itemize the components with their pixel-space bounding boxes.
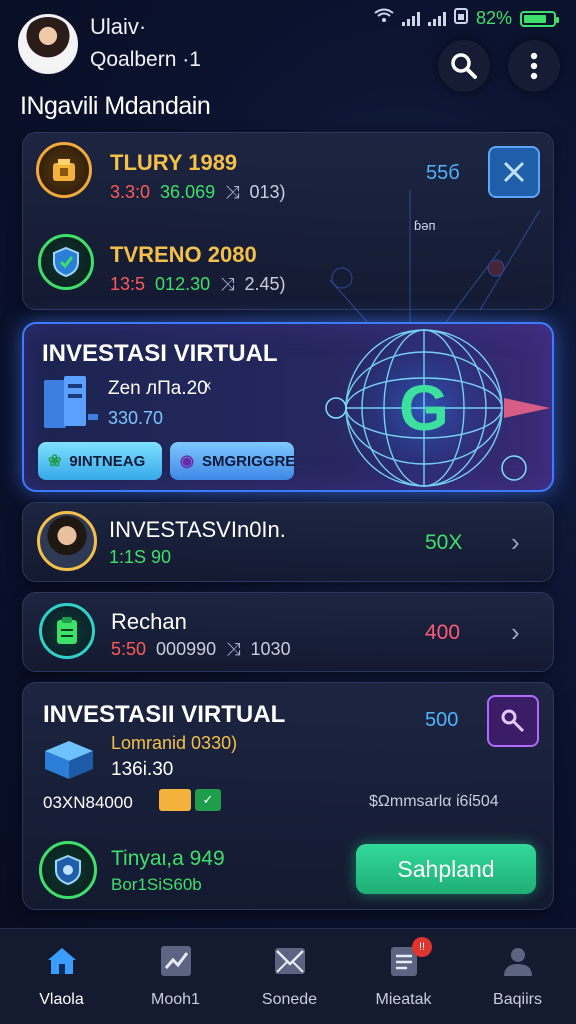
item-meta: 5:50 000990 ⤨ 1030 — [111, 639, 291, 659]
virtual-investment-card[interactable]: INVESTASI VIRTUAL Zen лПа.20ͯ 330.70 ❀ 9… — [22, 322, 554, 492]
server-icon — [42, 374, 102, 435]
blue-box-icon — [41, 737, 97, 786]
svg-text:G: G — [399, 372, 449, 444]
signal-icon — [401, 11, 420, 26]
folder-icon — [159, 789, 191, 811]
list-item[interactable]: TLURY 1989 3.3:0 36.069 ⤨ 013) 55б — [36, 140, 546, 214]
globe-graphic: G — [324, 324, 552, 490]
item-title: TVRENO 2080 — [110, 242, 257, 267]
shield-icon — [38, 234, 94, 290]
crossed-tools-icon — [503, 161, 525, 183]
nav-item-profile[interactable]: Baqiirs — [460, 929, 575, 1024]
clipboard-icon — [39, 603, 95, 659]
swap-icon: ⤨ — [220, 274, 235, 294]
bottom-row-title: Tinyaι,a 949 — [111, 847, 225, 870]
status-bar: 82% — [0, 0, 576, 38]
person-avatar — [37, 511, 97, 571]
swap-icon: ⤨ — [225, 182, 240, 202]
virtual-line1: Zen лПа.20ͯ — [108, 378, 208, 399]
search-icon — [451, 53, 477, 79]
nav-item-notes[interactable]: !! Mieatak — [346, 929, 461, 1024]
lock-shield-icon — [39, 841, 97, 899]
nav-item-market[interactable]: Mooh1 — [118, 929, 233, 1024]
nav-item-trade[interactable]: Sonede — [232, 929, 347, 1024]
nav-item-home[interactable]: Vlaola — [4, 929, 119, 1024]
envelope-icon — [272, 943, 308, 979]
status-icons: 82% — [374, 8, 559, 29]
person-icon — [500, 943, 536, 979]
sim-icon — [453, 8, 468, 29]
search-button[interactable] — [438, 40, 490, 92]
list-item[interactable]: INVESTASVIn0In. 1:1S 90 50X › — [22, 502, 554, 582]
bottom-card-action[interactable] — [487, 695, 539, 747]
page-title: INgavili Mdandain — [20, 92, 211, 120]
more-vertical-icon — [530, 52, 538, 80]
item-title: Rechan — [111, 609, 187, 634]
home-icon — [44, 943, 80, 979]
item-meta: 13:5 012.30 ⤨ 2.45) — [110, 274, 286, 294]
tag-icon: ✓ — [195, 789, 221, 811]
user-subtitle: Qoalbern ·1 — [90, 48, 201, 71]
chevron-right-icon: › — [511, 527, 520, 557]
item-meta: 1:1S 90 — [109, 547, 172, 567]
item-value: 55б — [426, 162, 460, 184]
chart-icon — [158, 943, 194, 979]
gold-box-icon — [36, 142, 92, 198]
list-item[interactable]: TVRENO 2080 13:5 012.30 ⤨ 2.45) — [36, 230, 546, 304]
wifi-icon — [374, 8, 394, 29]
battery-icon — [520, 10, 559, 27]
expand-button[interactable] — [488, 146, 540, 198]
bottom-card-title: INVESTASII VIRTUAL — [43, 701, 286, 728]
virtual-title: INVESTASI VIRTUAL — [42, 340, 278, 367]
leaf-icon: ❀ — [48, 453, 62, 470]
bottom-line1: Lomranid 0330) — [111, 733, 238, 753]
chevron-right-icon: › — [511, 617, 520, 647]
wrench-icon — [501, 709, 525, 733]
chip-button-2[interactable]: ◉ SMGRIGGRE — [170, 442, 295, 480]
more-button[interactable] — [508, 40, 560, 92]
item-title: INVESTASVIn0In. — [109, 517, 286, 542]
battery-percent: 82% — [475, 8, 512, 28]
signal-icon-2 — [427, 11, 446, 26]
virtual-line2: 330.70 — [108, 408, 164, 428]
item-title: TLURY 1989 — [110, 150, 238, 175]
item-value: 400 — [425, 621, 461, 644]
bottom-row-sub: Bor1SіS60b — [111, 875, 202, 894]
bottom-right-small: $Ωmmsarlα ί6ί504 — [369, 793, 499, 810]
notification-badge: !! — [412, 937, 432, 957]
bottom-card-value: 500 — [425, 709, 459, 731]
primary-action-button[interactable]: Sahpland — [356, 844, 536, 894]
item-value: 50X — [425, 531, 463, 554]
swap-icon: ⤨ — [226, 639, 241, 659]
bottom-nav: Vlaola Mooh1 Sonede !! Mieatak Baqiirs — [0, 928, 576, 1024]
eye-icon: ◉ — [180, 453, 194, 470]
chip-button-1[interactable]: ❀ 9INTNEAG — [38, 442, 162, 480]
list-item[interactable]: Rechan 5:50 000990 ⤨ 1030 400 › — [22, 592, 554, 672]
small-label: ɓəп — [414, 218, 436, 233]
bottom-line2: 136і.30 — [111, 759, 174, 780]
bottom-left-small: 03XN84000 — [43, 793, 133, 812]
user-name: Ulaiv· — [90, 14, 147, 39]
item-meta: 3.3:0 36.069 ⤨ 013) — [110, 182, 286, 202]
avatar[interactable] — [18, 14, 78, 74]
